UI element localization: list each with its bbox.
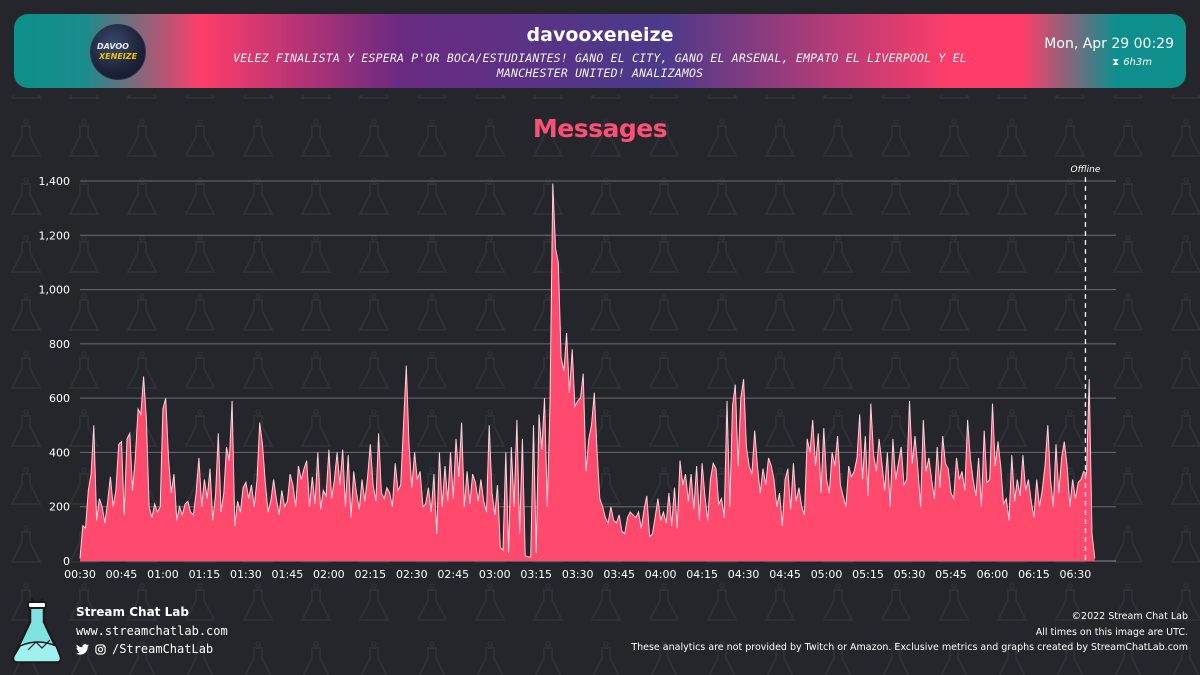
flask-logo-icon xyxy=(12,598,62,664)
social-handle: /StreamChatLab xyxy=(112,642,214,656)
x-tick-label: 04:00 xyxy=(645,568,677,581)
footer-url[interactable]: www.streamchatlab.com xyxy=(76,624,228,638)
messages-chart: 0 200 400 600 800 1,000 1,200 1,400 00:30 00:45 01… xyxy=(39,165,1116,581)
x-tick-label: 02:00 xyxy=(313,568,345,581)
x-tick-label: 04:15 xyxy=(686,568,718,581)
y-tick-label: 0 xyxy=(63,555,70,568)
x-tick-label: 00:30 xyxy=(64,568,96,581)
y-tick-label: 200 xyxy=(49,501,70,514)
x-tick-label: 05:30 xyxy=(894,568,926,581)
y-tick-label: 800 xyxy=(49,338,70,351)
x-tick-label: 03:15 xyxy=(520,568,552,581)
x-tick-label: 03:00 xyxy=(479,568,511,581)
x-tick-label: 02:30 xyxy=(396,568,428,581)
x-tick-label: 04:45 xyxy=(769,568,801,581)
x-tick-label: 01:15 xyxy=(189,568,221,581)
footer-brand: Stream Chat Lab xyxy=(76,605,189,619)
y-tick-label: 400 xyxy=(49,446,70,459)
x-tick-label: 03:45 xyxy=(603,568,635,581)
x-tick-label: 01:45 xyxy=(272,568,304,581)
timezone-note: All times on this image are UTC. xyxy=(1035,627,1188,638)
twitter-icon[interactable] xyxy=(76,643,89,655)
x-tick-label: 01:00 xyxy=(147,568,179,581)
y-tick-label: 1,400 xyxy=(39,175,71,188)
x-tick-label: 00:45 xyxy=(106,568,138,581)
x-tick-label: 04:30 xyxy=(728,568,760,581)
y-tick-label: 1,000 xyxy=(39,284,71,297)
footer-social: /StreamChatLab xyxy=(76,642,213,656)
x-tick-label: 02:15 xyxy=(354,568,386,581)
x-tick-label: 05:15 xyxy=(852,568,884,581)
x-tick-label: 05:00 xyxy=(811,568,843,581)
offline-label: Offline xyxy=(1071,165,1101,175)
x-tick-label: 02:45 xyxy=(437,568,469,581)
x-tick-label: 06:15 xyxy=(1018,568,1050,581)
disclaimer: These analytics are not provided by Twit… xyxy=(631,642,1188,653)
y-tick-label: 1,200 xyxy=(39,229,71,242)
y-tick-label: 600 xyxy=(49,392,70,405)
x-tick-label: 01:30 xyxy=(230,568,262,581)
messages-area xyxy=(80,183,1095,561)
x-tick-label: 03:30 xyxy=(562,568,594,581)
x-tick-label: 06:30 xyxy=(1060,568,1092,581)
x-tick-label: 06:00 xyxy=(977,568,1009,581)
instagram-icon[interactable] xyxy=(95,643,106,655)
copyright: ©2022 Stream Chat Lab xyxy=(1071,611,1188,622)
x-tick-label: 05:45 xyxy=(935,568,967,581)
